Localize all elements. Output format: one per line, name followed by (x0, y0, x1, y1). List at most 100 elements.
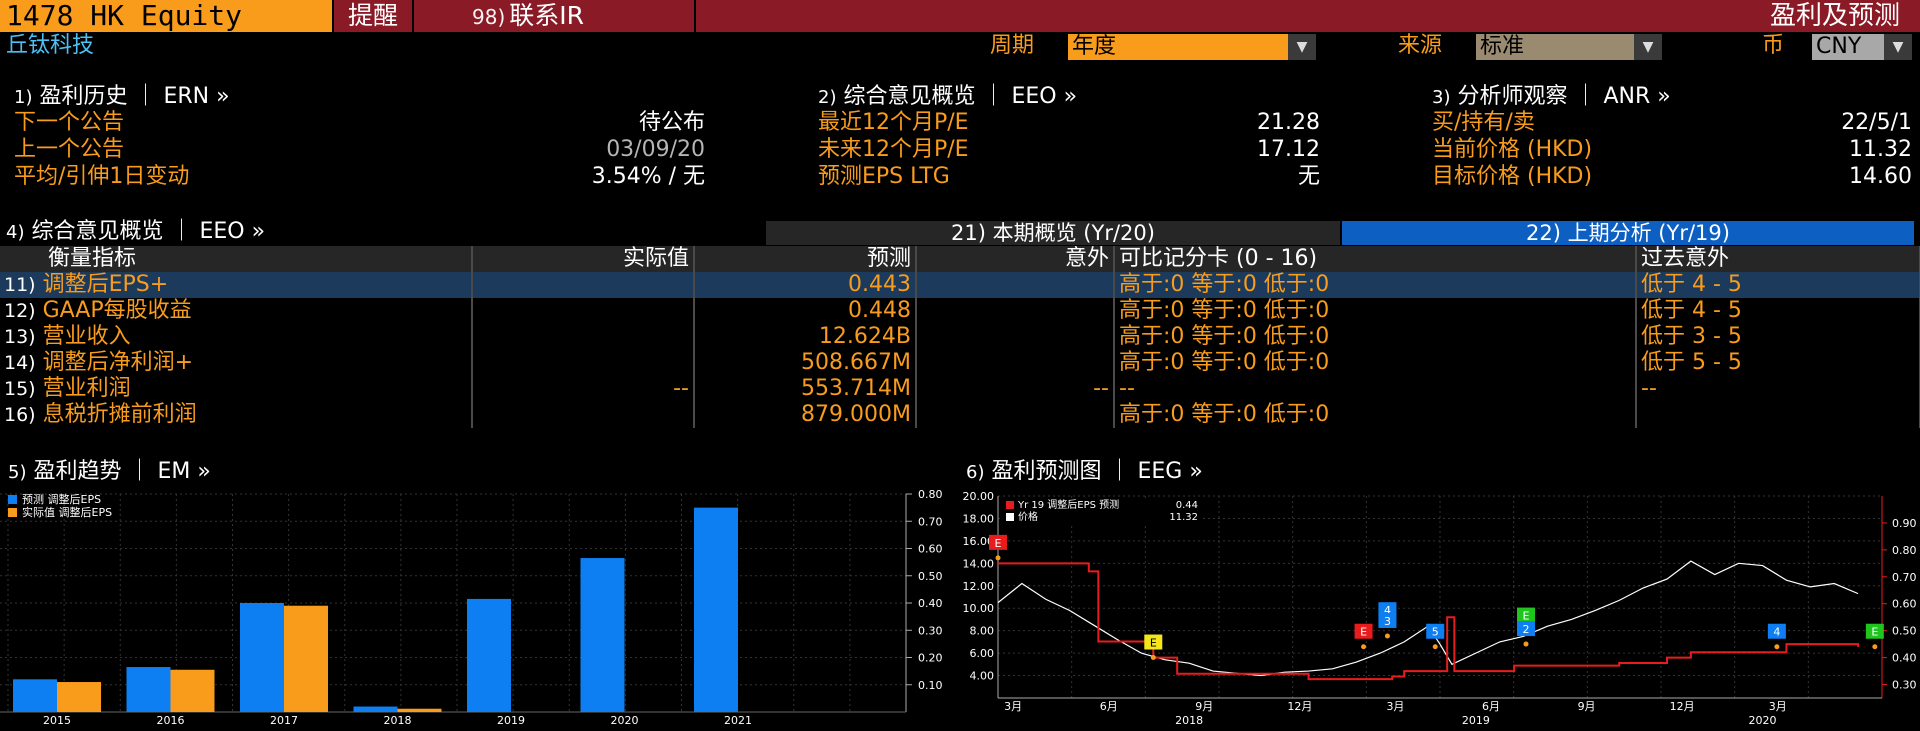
y-tick-label: 0.80 (918, 488, 943, 501)
bar (284, 606, 328, 712)
section-title: 盈利预测图 ｜ EEG » (991, 459, 1202, 484)
row-metric-label: 调整后净利润+ (43, 350, 193, 375)
pe-ttm-value: 21.28 (1160, 110, 1320, 136)
right-tick-label: 0.70 (1892, 571, 1917, 584)
right-tick-label: 0.40 (1892, 652, 1917, 665)
event-marker-label: E (1360, 626, 1367, 639)
source-dropdown[interactable]: 标准 ▼ (1476, 34, 1662, 60)
event-marker-label: E (995, 537, 1002, 550)
legend-swatch (8, 508, 17, 517)
bar (398, 709, 442, 712)
event-marker-label: E (1523, 610, 1530, 623)
current-price-value: 11.32 (1740, 137, 1912, 163)
col-actual[interactable]: 实际值 (472, 246, 694, 272)
legend-label: Yr 19 调整后EPS 预测 (1017, 498, 1119, 511)
chevron-down-icon[interactable]: ▼ (1884, 34, 1912, 60)
avg-move-label: 平均/引伸1日变动 (14, 164, 189, 190)
alert-button[interactable]: 提醒 (332, 0, 412, 32)
x-tick-label: 6月 (1482, 700, 1500, 713)
col-past-surprise[interactable]: 过去意外 (1636, 246, 1920, 272)
y-tick-label: 0.60 (918, 543, 943, 556)
consensus-overview-link[interactable]: 2) 综合意见概览 ｜ EEO » (818, 84, 1077, 111)
table-row[interactable]: 11) 调整后EPS+0.443高于:0 等于:0 低于:0低于 4 - 5 (0, 272, 1920, 298)
row-metric[interactable]: 15) 营业利润 (0, 376, 472, 402)
x-tick-label: 2017 (270, 714, 298, 727)
earnings-trend-link[interactable]: 5) 盈利趋势 ｜ EM » (8, 459, 211, 486)
tab-previous-period[interactable]: 22) 上期分析 (Yr/19) (1342, 221, 1914, 245)
event-marker-label: E (1871, 626, 1878, 639)
event-point (1433, 644, 1438, 649)
bar (171, 670, 215, 712)
x-tick-label: 2019 (497, 714, 525, 727)
forecast-chart-link[interactable]: 6) 盈利预测图 ｜ EEG » (966, 459, 1203, 486)
col-surprise[interactable]: 意外 (916, 246, 1114, 272)
row-metric[interactable]: 14) 调整后净利润+ (0, 350, 472, 376)
currency-label: 币 (1762, 32, 1784, 60)
event-point (1774, 644, 1779, 649)
row-actual (472, 324, 694, 350)
source-value: 标准 (1480, 34, 1524, 59)
analyst-view-link[interactable]: 3) 分析师观察 ｜ ANR » (1432, 84, 1671, 111)
row-metric-label: 营业利润 (43, 376, 131, 401)
period-value: 年度 (1072, 34, 1116, 59)
event-point (1524, 642, 1529, 647)
section-num: 4) (6, 222, 24, 243)
eps-ltg-label: 预测EPS LTG (818, 164, 950, 190)
x-tick-label: 12月 (1287, 700, 1312, 713)
row-num: 16) (4, 404, 36, 426)
security-field[interactable]: 1478 HK Equity (0, 0, 332, 32)
row-metric[interactable]: 16) 息税折摊前利润 (0, 402, 472, 428)
table-row[interactable]: 14) 调整后净利润+508.667M高于:0 等于:0 低于:0低于 5 - … (0, 350, 1920, 376)
page-title: 盈利及预测 (1770, 0, 1920, 32)
col-estimate[interactable]: 预测 (694, 246, 916, 272)
row-num: 13) (4, 326, 36, 348)
event-marker-label: 5 (1432, 626, 1439, 639)
pe-fwd-value: 17.12 (1160, 137, 1320, 163)
left-tick-label: 4.00 (970, 670, 995, 683)
table-row[interactable]: 13) 营业收入12.624B高于:0 等于:0 低于:0低于 3 - 5 (0, 324, 1920, 350)
last-announcement-value: 03/09/20 (500, 137, 705, 163)
currency-dropdown[interactable]: CNY ▼ (1812, 34, 1912, 60)
row-score: 高于:0 等于:0 低于:0 (1114, 350, 1636, 376)
consensus-table-link[interactable]: 4) 综合意见概览 ｜ EEO » (6, 219, 265, 246)
table-row[interactable]: 16) 息税折摊前利润879.000M高于:0 等于:0 低于:0 (0, 402, 1920, 428)
company-name: 丘钛科技 (6, 32, 94, 60)
chevron-down-icon[interactable]: ▼ (1288, 34, 1316, 60)
y-tick-label: 0.50 (918, 570, 943, 583)
x-tick-label: 2016 (157, 714, 185, 727)
row-score: 高于:0 等于:0 低于:0 (1114, 324, 1636, 350)
row-actual (472, 350, 694, 376)
event-point (1385, 633, 1390, 638)
row-surprise (916, 272, 1114, 298)
left-tick-label: 18.00 (963, 512, 995, 525)
x-tick-label: 2015 (43, 714, 71, 727)
tab-current-period[interactable]: 21) 本期概览 (Yr/20) (766, 221, 1340, 245)
bar (57, 682, 101, 712)
bar (581, 558, 625, 712)
row-estimate: 12.624B (694, 324, 916, 350)
event-point (1361, 644, 1366, 649)
row-surprise: -- (916, 376, 1114, 402)
event-marker-label: 2 (1523, 623, 1530, 636)
section-title: 综合意见概览 ｜ EEO » (843, 84, 1077, 109)
col-metric[interactable]: 衡量指标 (0, 246, 472, 272)
left-tick-label: 14.00 (963, 557, 995, 570)
table-row[interactable]: 15) 营业利润--553.714M------ (0, 376, 1920, 402)
chevron-down-icon[interactable]: ▼ (1634, 34, 1662, 60)
row-metric[interactable]: 11) 调整后EPS+ (0, 272, 472, 298)
right-tick-label: 0.50 (1892, 625, 1917, 638)
bar-chart-svg: 0.100.200.300.400.500.600.700.8020152016… (0, 486, 946, 727)
earnings-history-link[interactable]: 1) 盈利历史 ｜ ERN » (14, 84, 230, 111)
consensus-table: 衡量指标 实际值 预测 意外 可比记分卡 (0 - 16) 过去意外 11) 调… (0, 246, 1920, 428)
contact-ir-button[interactable]: 98)联系IR (412, 0, 694, 32)
row-metric[interactable]: 12) GAAP每股收益 (0, 298, 472, 324)
legend-label: 预测 调整后EPS (22, 492, 101, 506)
period-dropdown[interactable]: 年度 ▼ (1068, 34, 1316, 60)
row-surprise (916, 350, 1114, 376)
bar (13, 679, 57, 712)
avg-move-value: 3.54% / 无 (500, 164, 705, 190)
table-row[interactable]: 12) GAAP每股收益0.448高于:0 等于:0 低于:0低于 4 - 5 (0, 298, 1920, 324)
col-scorecard[interactable]: 可比记分卡 (0 - 16) (1114, 246, 1636, 272)
eps-estimate-line (998, 563, 1858, 679)
row-metric[interactable]: 13) 营业收入 (0, 324, 472, 350)
